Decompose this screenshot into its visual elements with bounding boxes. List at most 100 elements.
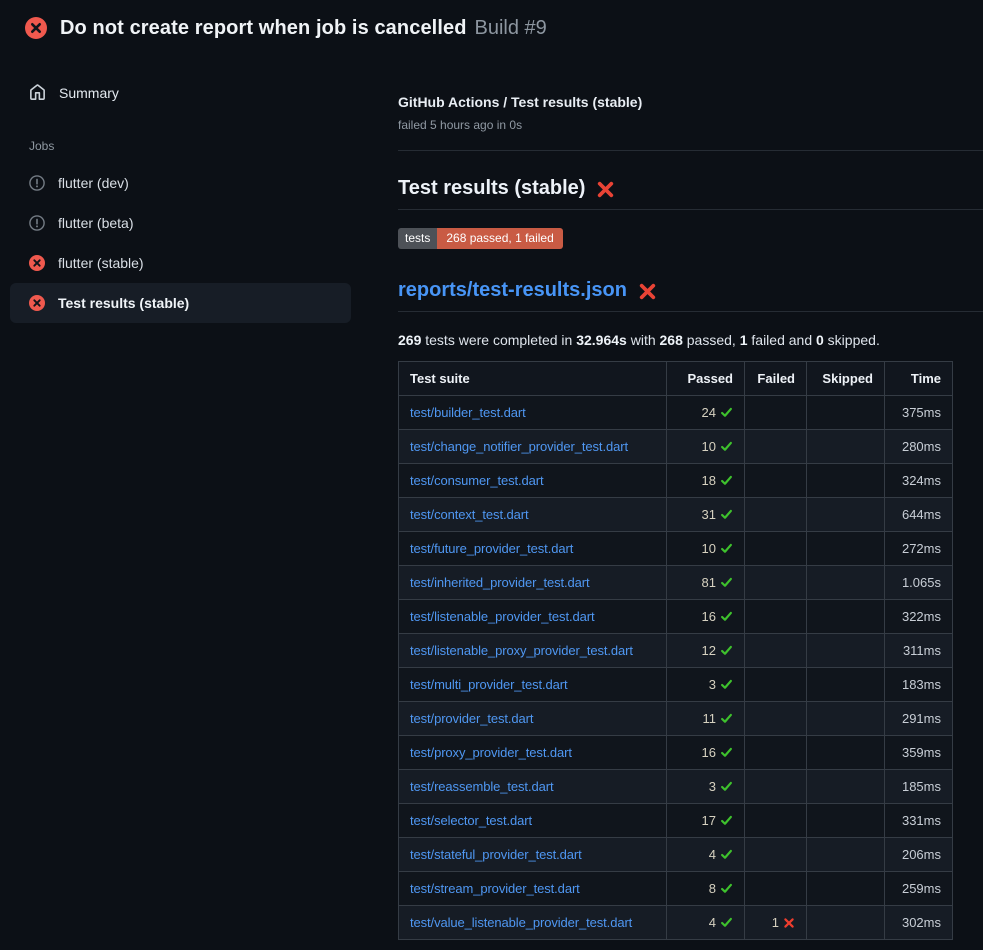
passed-cell: 4 [667, 906, 745, 940]
check-icon [720, 440, 733, 453]
cross-mark-icon [638, 282, 657, 301]
check-icon [720, 576, 733, 589]
failed-cell [745, 498, 807, 532]
skipped-cell [807, 838, 885, 872]
sidebar-item-test-results-stable[interactable]: Test results (stable) [10, 283, 351, 323]
suite-cell: test/context_test.dart [399, 498, 667, 532]
divider [398, 150, 983, 151]
table-row: test/consumer_test.dart 18 324ms [399, 464, 953, 498]
suite-cell: test/listenable_proxy_provider_test.dart [399, 634, 667, 668]
suite-link[interactable]: test/context_test.dart [410, 507, 528, 522]
table-row: test/proxy_provider_test.dart16359ms [399, 736, 953, 770]
suite-link[interactable]: test/future_provider_test.dart [410, 541, 573, 556]
check-icon [720, 644, 733, 657]
passed-cell: 12 [667, 634, 745, 668]
suite-link[interactable]: test/listenable_provider_test.dart [410, 609, 595, 624]
check-icon [720, 712, 733, 725]
column-header-skipped: Skipped [807, 362, 885, 396]
passed-cell: 17 [667, 804, 745, 838]
skipped-cell [807, 396, 885, 430]
summary-segment: 1 [740, 332, 748, 348]
table-row: test/selector_test.dart17331ms [399, 804, 953, 838]
summary-label: Summary [59, 85, 119, 101]
suite-link[interactable]: test/stateful_provider_test.dart [410, 847, 582, 862]
sidebar-item-flutter-beta[interactable]: flutter (beta) [10, 203, 351, 243]
table-header-row: Test suitePassedFailedSkippedTime [399, 362, 953, 396]
failed-cell [745, 600, 807, 634]
check-icon [720, 474, 733, 487]
alert-circle-icon [29, 175, 45, 191]
summary-segment: skipped. [824, 332, 880, 348]
passed-cell: 10 [667, 430, 745, 464]
failed-cell [745, 532, 807, 566]
suite-link[interactable]: test/builder_test.dart [410, 405, 526, 420]
table-row: test/listenable_proxy_provider_test.dart… [399, 634, 953, 668]
failed-cell [745, 838, 807, 872]
table-row: test/change_notifier_provider_test.dart 1… [399, 430, 953, 464]
suite-cell: test/selector_test.dart [399, 804, 667, 838]
skipped-cell [807, 600, 885, 634]
suite-link[interactable]: test/stream_provider_test.dart [410, 881, 580, 896]
failed-cell [745, 396, 807, 430]
tests-badge: tests 268 passed, 1 failed [398, 228, 563, 249]
sidebar-item-flutter-stable[interactable]: flutter (stable) [10, 243, 351, 283]
suite-link[interactable]: test/multi_provider_test.dart [410, 677, 568, 692]
skipped-cell [807, 736, 885, 770]
table-row: test/context_test.dart31644ms [399, 498, 953, 532]
suite-cell: test/future_provider_test.dart [399, 532, 667, 566]
failed-cell [745, 634, 807, 668]
suite-link[interactable]: test/change_notifier_provider_test.dart [410, 439, 628, 454]
suite-link[interactable]: test/proxy_provider_test.dart [410, 745, 572, 760]
suite-cell: test/consumer_test.dart [399, 464, 667, 498]
suite-link[interactable]: test/consumer_test.dart [410, 473, 544, 488]
breadcrumb: GitHub Actions / Test results (stable) [398, 92, 983, 112]
summary-segment: with [627, 332, 660, 348]
table-row: test/listenable_provider_test.dart 16 322m… [399, 600, 953, 634]
skipped-cell [807, 770, 885, 804]
jobs-section-label: Jobs [29, 139, 383, 153]
results-table: Test suitePassedFailedSkippedTime test/b… [398, 361, 953, 940]
sidebar: Summary Jobs flutter (dev) flutter (beta)… [0, 56, 383, 323]
sidebar-item-flutter-dev[interactable]: flutter (dev) [10, 163, 351, 203]
suite-link[interactable]: test/listenable_proxy_provider_test.dart [410, 643, 633, 658]
time-cell: 206ms [885, 838, 953, 872]
suite-link[interactable]: test/selector_test.dart [410, 813, 532, 828]
table-row: test/reassemble_test.dart3185ms [399, 770, 953, 804]
failed-cell [745, 736, 807, 770]
suite-link[interactable]: test/reassemble_test.dart [410, 779, 553, 794]
time-cell: 302ms [885, 906, 953, 940]
job-label: flutter (beta) [58, 215, 133, 231]
passed-cell: 3 [667, 668, 745, 702]
report-file-link[interactable]: reports/test-results.json [398, 279, 627, 302]
skipped-cell [807, 668, 885, 702]
cross-icon [783, 917, 795, 929]
failed-cell [745, 770, 807, 804]
section-heading-text: Test results (stable) [398, 177, 585, 200]
skipped-cell [807, 702, 885, 736]
suite-link[interactable]: test/value_listenable_provider_test.dart [410, 915, 632, 930]
table-body: test/builder_test.dart24375mstest/change… [399, 396, 953, 940]
time-cell: 375ms [885, 396, 953, 430]
summary-segment: passed, [683, 332, 740, 348]
suite-link[interactable]: test/provider_test.dart [410, 711, 533, 726]
sidebar-item-summary[interactable]: Summary [0, 74, 383, 111]
passed-cell: 18 [667, 464, 745, 498]
suite-cell: test/stream_provider_test.dart [399, 872, 667, 906]
suite-cell: test/provider_test.dart [399, 702, 667, 736]
time-cell: 324ms [885, 464, 953, 498]
time-cell: 183ms [885, 668, 953, 702]
job-list: flutter (dev) flutter (beta) flutter (stab… [0, 163, 383, 323]
check-icon [720, 678, 733, 691]
main-content: GitHub Actions / Test results (stable) f… [383, 56, 983, 940]
passed-cell: 81 [667, 566, 745, 600]
check-icon [720, 746, 733, 759]
passed-cell: 16 [667, 600, 745, 634]
time-cell: 322ms [885, 600, 953, 634]
suite-cell: test/listenable_provider_test.dart [399, 600, 667, 634]
table-row: test/multi_provider_test.dart 3 183ms [399, 668, 953, 702]
time-cell: 280ms [885, 430, 953, 464]
check-icon [720, 882, 733, 895]
check-icon [720, 406, 733, 419]
suite-link[interactable]: test/inherited_provider_test.dart [410, 575, 590, 590]
home-icon [29, 84, 46, 101]
